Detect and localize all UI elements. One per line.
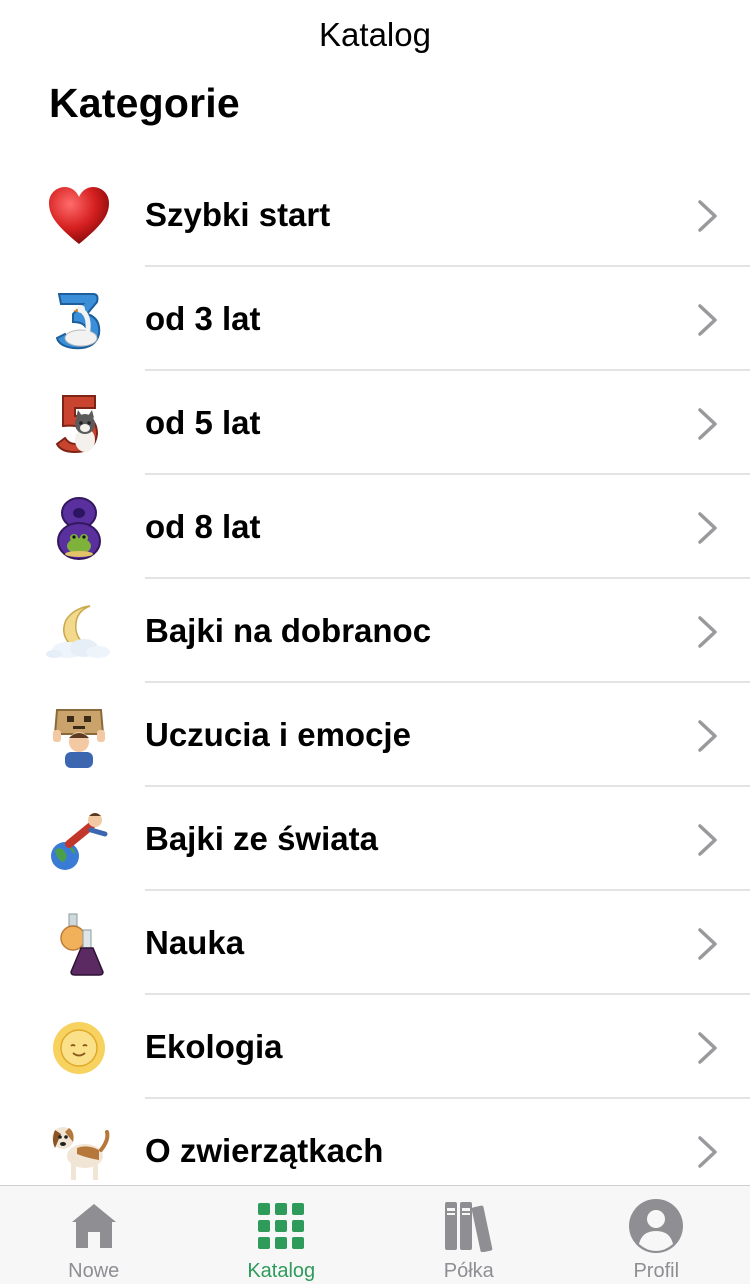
category-label: Bajki ze świata (145, 787, 378, 891)
category-row-uczucia-i-emocje[interactable]: Uczucia i emocje (0, 683, 750, 787)
box-head-child-icon (46, 703, 112, 769)
tab-profil[interactable]: Profil (563, 1186, 750, 1284)
category-label: Szybki start (145, 163, 330, 267)
category-row-szybki-start[interactable]: Szybki start (0, 163, 750, 267)
category-label: Bajki na dobranoc (145, 579, 431, 683)
house-icon (64, 1198, 124, 1254)
child-on-globe-icon (46, 807, 112, 873)
category-row-bajki-ze-swiata[interactable]: Bajki ze świata (0, 787, 750, 891)
category-label: od 3 lat (145, 267, 261, 371)
chevron-right-icon (696, 199, 720, 233)
category-list: Szybki start od 3 lat (0, 163, 750, 1203)
tab-katalog[interactable]: Katalog (188, 1186, 376, 1284)
chevron-right-icon (696, 407, 720, 441)
chevron-right-icon (696, 823, 720, 857)
page-title: Kategorie (49, 80, 240, 127)
chevron-right-icon (696, 303, 720, 337)
tab-nowe[interactable]: Nowe (0, 1186, 188, 1284)
category-row-od-3-lat[interactable]: od 3 lat (0, 267, 750, 371)
tab-bar: Nowe Katalog Półka (0, 1185, 750, 1284)
books-icon (439, 1198, 499, 1254)
number-5-kitten-icon (46, 391, 112, 457)
category-label: Ekologia (145, 995, 283, 1099)
tab-label: Półka (444, 1260, 494, 1283)
category-label: od 8 lat (145, 475, 261, 579)
flask-icon (46, 911, 112, 977)
chevron-right-icon (696, 615, 720, 649)
heart-icon (46, 183, 112, 249)
grid-icon (251, 1198, 311, 1254)
tab-polka[interactable]: Półka (375, 1186, 563, 1284)
category-label: Uczucia i emocje (145, 683, 411, 787)
chevron-right-icon (696, 927, 720, 961)
category-row-od-8-lat[interactable]: od 8 lat (0, 475, 750, 579)
moon-cloud-icon (46, 599, 112, 665)
number-8-frog-icon (46, 495, 112, 561)
tab-label: Profil (633, 1260, 679, 1283)
category-row-nauka[interactable]: Nauka (0, 891, 750, 995)
category-row-od-5-lat[interactable]: od 5 lat (0, 371, 750, 475)
category-label: od 5 lat (145, 371, 261, 475)
number-3-swan-icon (46, 287, 112, 353)
tab-label: Nowe (68, 1260, 119, 1283)
chevron-right-icon (696, 1031, 720, 1065)
chevron-right-icon (696, 719, 720, 753)
chevron-right-icon (696, 511, 720, 545)
tab-label: Katalog (247, 1260, 315, 1283)
category-label: Nauka (145, 891, 244, 995)
person-icon (626, 1198, 686, 1254)
category-row-ekologia[interactable]: Ekologia (0, 995, 750, 1099)
sun-icon (46, 1015, 112, 1081)
dog-icon (46, 1119, 112, 1185)
nav-title: Katalog (0, 0, 750, 70)
category-row-bajki-na-dobranoc[interactable]: Bajki na dobranoc (0, 579, 750, 683)
chevron-right-icon (696, 1135, 720, 1169)
